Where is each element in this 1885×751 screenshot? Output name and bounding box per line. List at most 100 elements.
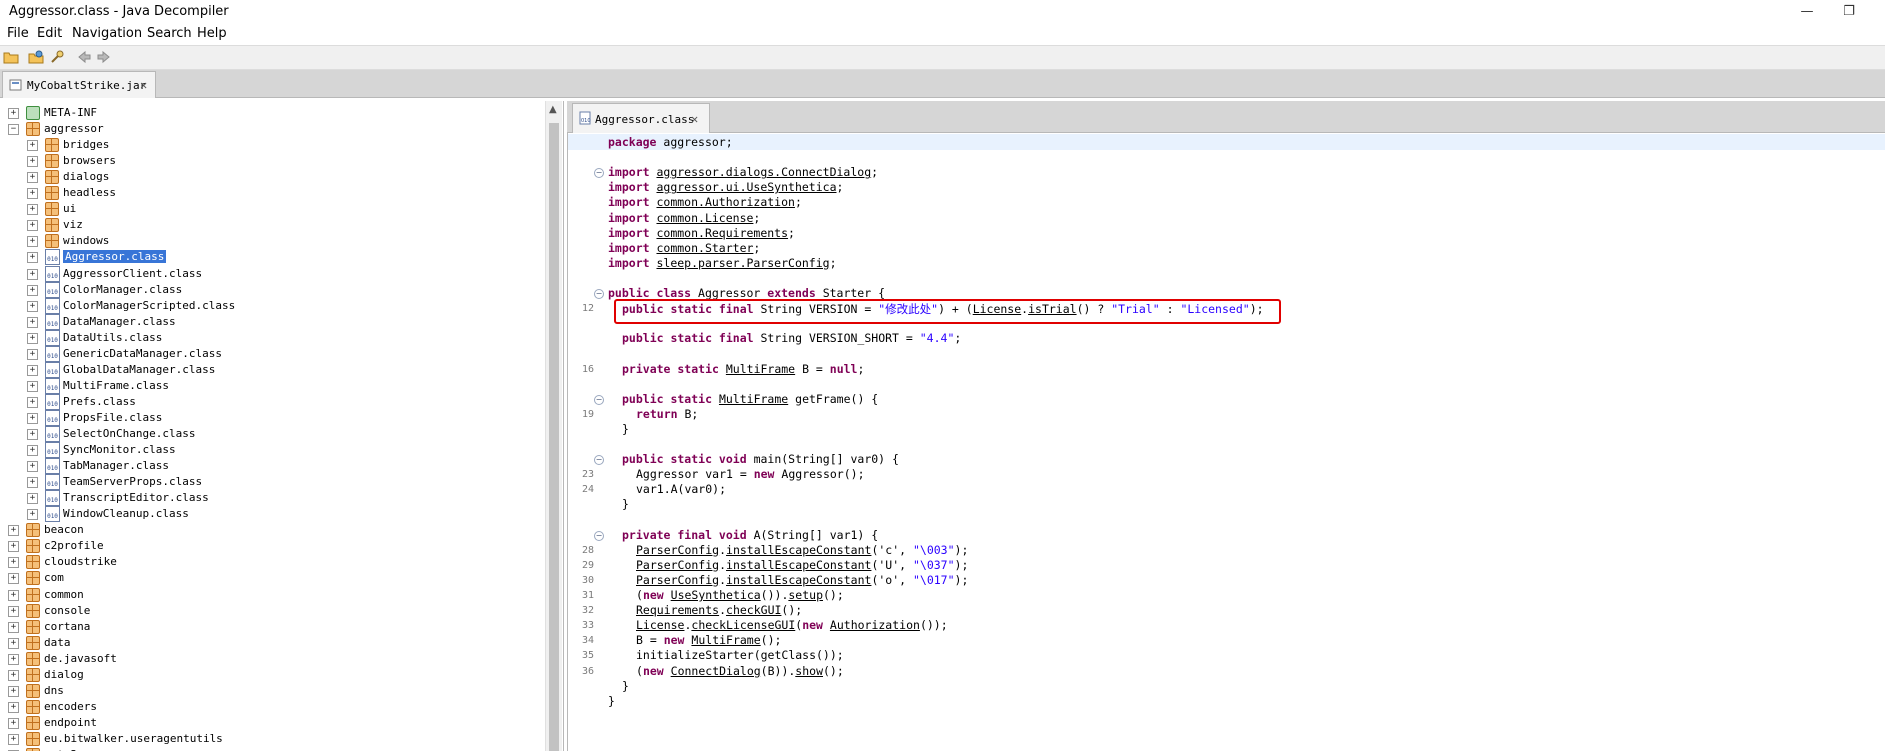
code-line[interactable]: import common.Starter; <box>608 241 760 256</box>
code-reference[interactable]: common.Starter <box>656 241 753 255</box>
tree-item[interactable]: + beacon <box>0 522 545 538</box>
code-line[interactable]: import common.Authorization; <box>608 195 802 210</box>
tree-item[interactable]: + endpoint <box>0 715 545 731</box>
expand-icon[interactable]: + <box>8 637 19 649</box>
code-line[interactable]: import common.Requirements; <box>608 226 795 241</box>
expand-icon[interactable]: + <box>27 348 38 360</box>
tree-item[interactable]: + c2profile <box>0 538 545 554</box>
class-tab-close-icon[interactable]: ✕ <box>691 112 698 126</box>
tree-item[interactable]: + console <box>0 603 545 619</box>
tree-item[interactable]: +010 ColorManager.class <box>0 281 545 298</box>
expand-icon[interactable]: + <box>8 573 19 585</box>
expand-icon[interactable]: + <box>27 380 38 392</box>
class-tab[interactable]: 010 Aggressor.class ✕ <box>572 103 710 133</box>
tree-item[interactable]: + browsers <box>0 153 545 169</box>
code-line[interactable]: ParserConfig.installEscapeConstant('o', … <box>636 573 968 588</box>
code-reference[interactable]: ParserConfig <box>636 573 719 587</box>
forward-icon[interactable] <box>96 49 112 65</box>
expand-icon[interactable]: + <box>27 445 38 457</box>
code-reference[interactable]: UseSynthetica <box>671 588 761 602</box>
expand-icon[interactable]: + <box>27 493 38 505</box>
code-line[interactable]: (new ConnectDialog(B)).show(); <box>636 664 844 679</box>
tree-item[interactable]: + dialog <box>0 667 545 683</box>
tree-item[interactable]: +extc2 <box>0 747 545 751</box>
code-reference[interactable]: common.Requirements <box>656 226 788 240</box>
expand-icon[interactable]: + <box>27 364 38 376</box>
tree-item[interactable]: +010 TeamServerProps.class <box>0 474 545 491</box>
expand-icon[interactable]: + <box>8 733 19 745</box>
code-line[interactable]: public static void main(String[] var0) { <box>622 452 899 467</box>
code-line[interactable]: private static MultiFrame B = null; <box>622 362 864 377</box>
code-line[interactable]: } <box>608 694 615 709</box>
expand-icon[interactable]: + <box>27 396 38 408</box>
jar-tab[interactable]: MyCobaltStrike.jar ✕ <box>2 71 156 98</box>
tree-item[interactable]: +010 SelectOnChange.class <box>0 426 545 442</box>
expand-icon[interactable]: + <box>8 717 19 729</box>
code-reference[interactable]: aggressor.dialogs.ConnectDialog <box>656 165 871 179</box>
tree-item[interactable]: +010 SyncMonitor.class <box>0 442 545 459</box>
expand-icon[interactable]: + <box>27 268 38 280</box>
code-reference[interactable]: MultiFrame <box>726 362 795 376</box>
tree-item[interactable]: + windows <box>0 233 545 249</box>
code-reference[interactable]: MultiFrame <box>719 392 788 406</box>
code-reference[interactable]: installEscapeConstant <box>726 558 871 572</box>
menu-search[interactable]: Search <box>147 26 192 41</box>
code-line[interactable]: public static MultiFrame getFrame() { <box>622 392 878 407</box>
code-reference[interactable]: checkGUI <box>726 603 781 617</box>
expand-icon[interactable]: + <box>8 541 19 553</box>
code-line[interactable]: initializeStarter(getClass()); <box>636 648 844 663</box>
expand-icon[interactable]: + <box>27 461 38 473</box>
expand-icon[interactable]: + <box>8 525 19 537</box>
menu-help[interactable]: Help <box>197 26 227 41</box>
code-reference[interactable]: MultiFrame <box>691 633 760 647</box>
fold-icon[interactable]: − <box>594 394 604 405</box>
code-reference[interactable]: sleep.parser.ParserConfig <box>656 256 829 270</box>
code-reference[interactable]: installEscapeConstant <box>726 573 871 587</box>
expand-icon[interactable]: + <box>8 589 19 601</box>
fold-icon[interactable]: − <box>594 289 604 299</box>
tree-item[interactable]: +010 GenericDataManager.class <box>0 345 545 362</box>
tree-item[interactable]: +010 MultiFrame.class <box>0 377 545 394</box>
tree-item[interactable]: + META-INF <box>0 105 545 121</box>
expand-icon[interactable]: + <box>8 669 19 681</box>
code-line[interactable]: import aggressor.dialogs.ConnectDialog; <box>608 165 878 180</box>
tree-item[interactable]: + cloudstrike <box>0 554 545 570</box>
code-line[interactable]: (new UseSynthetica()).setup(); <box>636 588 844 603</box>
code-reference[interactable]: Requirements <box>636 603 719 617</box>
tree-item[interactable]: + ui <box>0 201 545 217</box>
scroll-thumb[interactable] <box>549 123 559 751</box>
code-line[interactable]: private final void A(String[] var1) { <box>622 528 878 543</box>
code-reference[interactable]: installEscapeConstant <box>726 543 871 557</box>
code-line[interactable]: import sleep.parser.ParserConfig; <box>608 256 837 271</box>
code-reference[interactable]: aggressor.ui.UseSynthetica <box>656 180 836 194</box>
expand-icon[interactable]: + <box>27 252 38 264</box>
expand-icon[interactable]: + <box>27 220 38 232</box>
tree-item[interactable]: + bridges <box>0 137 545 153</box>
expand-icon[interactable]: + <box>8 108 19 119</box>
code-line[interactable]: B = new MultiFrame(); <box>636 633 781 648</box>
expand-icon[interactable]: + <box>27 188 38 200</box>
code-line[interactable]: var1.A(var0); <box>636 482 726 497</box>
expand-icon[interactable]: + <box>8 557 19 569</box>
menu-file[interactable]: File <box>7 26 29 41</box>
minimize-button[interactable]: — <box>1792 2 1822 22</box>
expand-icon[interactable]: + <box>27 412 38 424</box>
tree-item[interactable]: + de.javasoft <box>0 651 545 667</box>
open-file-icon[interactable] <box>3 49 19 65</box>
menu-edit[interactable]: Edit <box>37 26 62 41</box>
restore-button[interactable]: ❐ <box>1834 2 1864 22</box>
code-reference[interactable]: setup <box>788 588 823 602</box>
expand-icon[interactable]: + <box>27 284 38 296</box>
expand-icon[interactable]: + <box>27 477 38 489</box>
expand-icon[interactable]: + <box>27 332 38 344</box>
tree-item[interactable]: +010 Prefs.class <box>0 393 545 410</box>
fold-icon[interactable]: − <box>594 530 604 541</box>
code-line[interactable]: package aggressor; <box>608 135 733 150</box>
expand-icon[interactable]: + <box>27 300 38 312</box>
code-line[interactable]: } <box>622 422 629 437</box>
code-line[interactable]: } <box>622 497 629 512</box>
expand-icon[interactable]: + <box>27 156 38 168</box>
code-reference[interactable]: show <box>795 664 823 678</box>
tree-item[interactable]: +010 AggressorClient.class <box>0 265 545 282</box>
tree-item[interactable]: + data <box>0 635 545 651</box>
